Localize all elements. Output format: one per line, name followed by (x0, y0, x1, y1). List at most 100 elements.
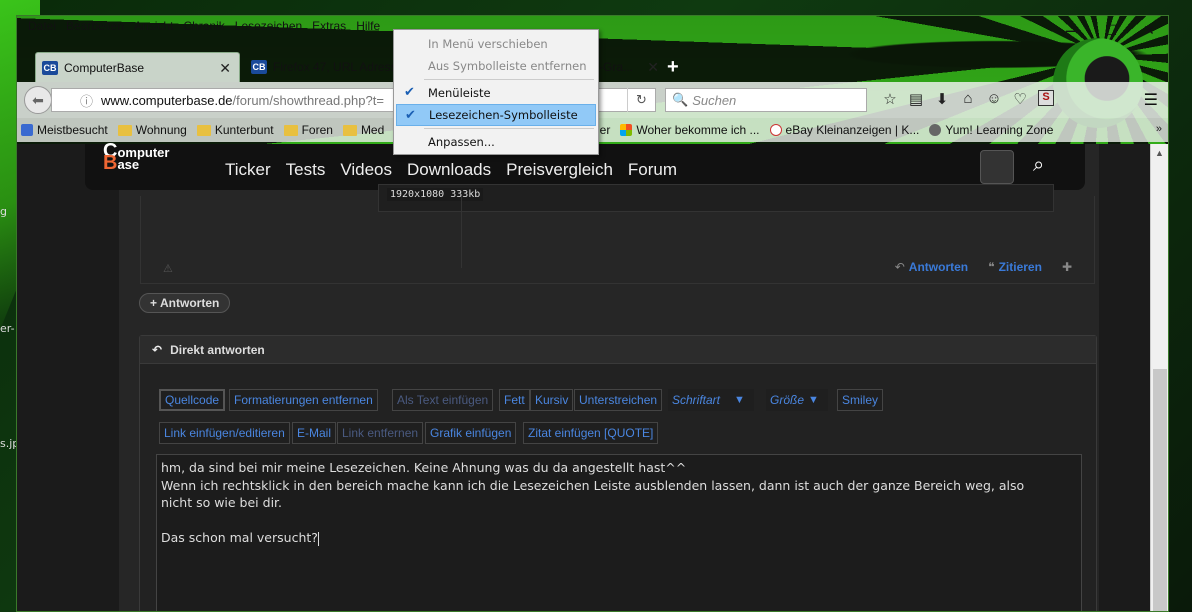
bookmark-yum[interactable]: Yum! Learning Zone (929, 123, 1053, 137)
quick-reply-header: ↶ Direkt antworten (140, 336, 1096, 364)
dropdown-arrow-icon: ▼ (808, 394, 819, 406)
report-warning-icon[interactable]: ⚠ (163, 262, 173, 275)
search-placeholder: Suchen (692, 92, 737, 108)
tab-computerbase[interactable]: CB ComputerBase ✕ (35, 52, 240, 82)
toolbar-icons: ☆ ▤ ⬇ ⌂ ☺ ♡ S (877, 90, 1054, 108)
post-footer: ⚠ ↶ Antworten ❝ Zitieren ✚ (140, 196, 1095, 284)
insert-quote-button[interactable]: Zitat einfügen [QUOTE] (523, 422, 659, 444)
bookmark-star-icon[interactable]: ☆ (877, 90, 903, 108)
remove-link-button[interactable]: Link entfernen (337, 422, 424, 444)
hamburger-menu-icon[interactable]: ☰ (1144, 90, 1158, 110)
bookmark-woher[interactable]: Woher bekomme ich ... (620, 123, 760, 137)
email-button[interactable]: E-Mail (292, 422, 337, 444)
reply-button[interactable]: + Antworten (139, 293, 231, 313)
bookmark-folder-med[interactable]: Med (342, 123, 384, 137)
reader-list-icon[interactable]: ▤ (903, 90, 929, 108)
bookmark-folder-wohnung[interactable]: Wohnung (117, 123, 187, 137)
page-scrollbar[interactable]: ▲ (1150, 144, 1168, 611)
scroll-up-icon[interactable]: ▲ (1155, 148, 1164, 158)
menu-lesezeichen[interactable]: Lesezeichen (230, 19, 307, 33)
reply-action[interactable]: ↶ Antworten (895, 260, 968, 274)
search-icon[interactable]: ⌕ (1033, 154, 1044, 177)
pocket-icon[interactable]: ♡ (1007, 90, 1033, 108)
font-family-select[interactable]: Schriftart ▼ (668, 389, 754, 411)
bookmark-folder-kunterbunt[interactable]: Kunterbunt (196, 123, 274, 137)
tab-firefox-47[interactable]: CB Firefox 47, URL Adressle (245, 52, 410, 82)
back-arrow-icon[interactable]: ⬅ (24, 86, 52, 114)
editor-line: nicht so wie bei dir. (161, 495, 283, 510)
desktop-icon-label[interactable]: er- (0, 322, 15, 335)
user-avatar[interactable] (980, 150, 1014, 184)
download-icon[interactable]: ⬇ (929, 90, 955, 108)
addon-s-icon[interactable]: S (1038, 90, 1054, 106)
underline-button[interactable]: Unterstreichen (574, 389, 663, 411)
menu-datei[interactable]: Datei (23, 19, 61, 33)
reload-icon[interactable]: ↻ (627, 88, 655, 112)
menu-extras[interactable]: Extras (307, 19, 351, 33)
reply-arrow-icon: ↶ (152, 342, 163, 357)
close-icon[interactable]: ✕ (1130, 16, 1168, 44)
ctx-move-to-menu[interactable]: In Menü verschieben (396, 33, 596, 55)
editor-line: hm, da sind bei mir meine Lesezeichen. K… (161, 460, 687, 475)
desktop-icon-label[interactable]: g (0, 205, 7, 218)
smiley-icon[interactable]: ☺ (981, 90, 1007, 108)
search-input[interactable]: 🔍 Suchen (665, 88, 867, 112)
bookmark-partial[interactable]: ler (597, 123, 610, 137)
checkmark-icon: ✔ (405, 108, 416, 123)
more-bookmarks-chevron-icon[interactable]: » (1156, 123, 1162, 135)
info-icon[interactable]: ⓘ (80, 91, 93, 110)
quote-icon: ❝ (988, 260, 995, 274)
ctx-remove-from-toolbar[interactable]: Aus Symbolleiste entfernen (396, 55, 596, 77)
tab-third[interactable]: -Gra... ✕ (597, 52, 659, 82)
computerbase-favicon-icon: CB (42, 60, 58, 75)
bookmark-meistbesucht[interactable]: Meistbesucht (21, 123, 108, 137)
home-icon[interactable]: ⌂ (955, 90, 981, 108)
bold-button[interactable]: Fett (499, 389, 530, 411)
new-tab-icon[interactable]: + (667, 56, 679, 79)
editor-line (161, 512, 1077, 530)
ctx-customize[interactable]: Anpassen... (396, 131, 596, 153)
menu-chronik[interactable]: Chronik (178, 19, 229, 33)
multiquote-icon[interactable]: ✚ (1062, 260, 1072, 274)
remove-formatting-button[interactable]: Formatierungen entfernen (229, 389, 378, 411)
minimize-icon[interactable]: — (1054, 16, 1092, 44)
insert-image-button[interactable]: Grafik einfügen (425, 422, 517, 444)
scrollbar-thumb[interactable] (1153, 369, 1167, 611)
insert-link-button[interactable]: Link einfügen/editieren (159, 422, 290, 444)
nav-forum[interactable]: Forum (628, 160, 677, 180)
italic-button[interactable]: Kursiv (530, 389, 574, 411)
menu-bearbeiten[interactable]: Bearbeiten (61, 19, 129, 33)
dropdown-arrow-icon: ▼ (734, 394, 745, 406)
menu-ansicht[interactable]: Ansicht (129, 19, 178, 33)
bookmark-ebay[interactable]: eBay Kleinanzeigen | K... (769, 123, 919, 137)
yum-icon (929, 124, 942, 136)
search-engine-icon[interactable]: 🔍 (672, 92, 688, 108)
quick-reply-panel: ↶ Direkt antworten Quellcode Formatierun… (139, 335, 1097, 611)
font-size-select[interactable]: Größe ▼ (766, 389, 828, 411)
bookmark-folder-foren[interactable]: Foren (283, 123, 333, 137)
bookmarks-right: ler Woher bekomme ich ... eBay Kleinanze… (597, 118, 1063, 142)
folder-icon (196, 124, 211, 136)
ctx-menu-bar[interactable]: ✔ Menüleiste (396, 82, 596, 104)
source-code-button[interactable]: Quellcode (159, 389, 226, 411)
post-actions: ↶ Antworten ❝ Zitieren ✚ (895, 260, 1076, 274)
computerbase-logo[interactable]: Computer Base (103, 141, 169, 173)
nav-downloads[interactable]: Downloads (407, 160, 491, 180)
page-viewport: Computer Base Ticker Tests Videos Downlo… (17, 141, 1151, 611)
text-caret (317, 531, 319, 546)
ebay-icon (769, 124, 782, 136)
nav-preisvergleich[interactable]: Preisvergleich (506, 160, 613, 180)
smiley-button[interactable]: Smiley (837, 389, 884, 411)
tab-close-icon[interactable]: ✕ (219, 60, 231, 77)
nav-videos[interactable]: Videos (340, 160, 392, 180)
checkmark-icon: ✔ (404, 85, 415, 100)
reply-editor[interactable]: hm, da sind bei mir meine Lesezeichen. K… (156, 454, 1082, 611)
ctx-bookmarks-toolbar[interactable]: ✔ Lesezeichen-Symbolleiste (396, 104, 596, 126)
nav-ticker[interactable]: Ticker (225, 160, 271, 180)
menu-hilfe[interactable]: Hilfe (351, 19, 385, 33)
maximize-icon[interactable]: ☐ (1092, 16, 1130, 44)
nav-tests[interactable]: Tests (286, 160, 326, 180)
quote-action[interactable]: ❝ Zitieren (988, 260, 1042, 274)
tab-close-icon[interactable]: ✕ (647, 59, 659, 76)
paste-as-text-button[interactable]: Als Text einfügen (392, 389, 494, 411)
